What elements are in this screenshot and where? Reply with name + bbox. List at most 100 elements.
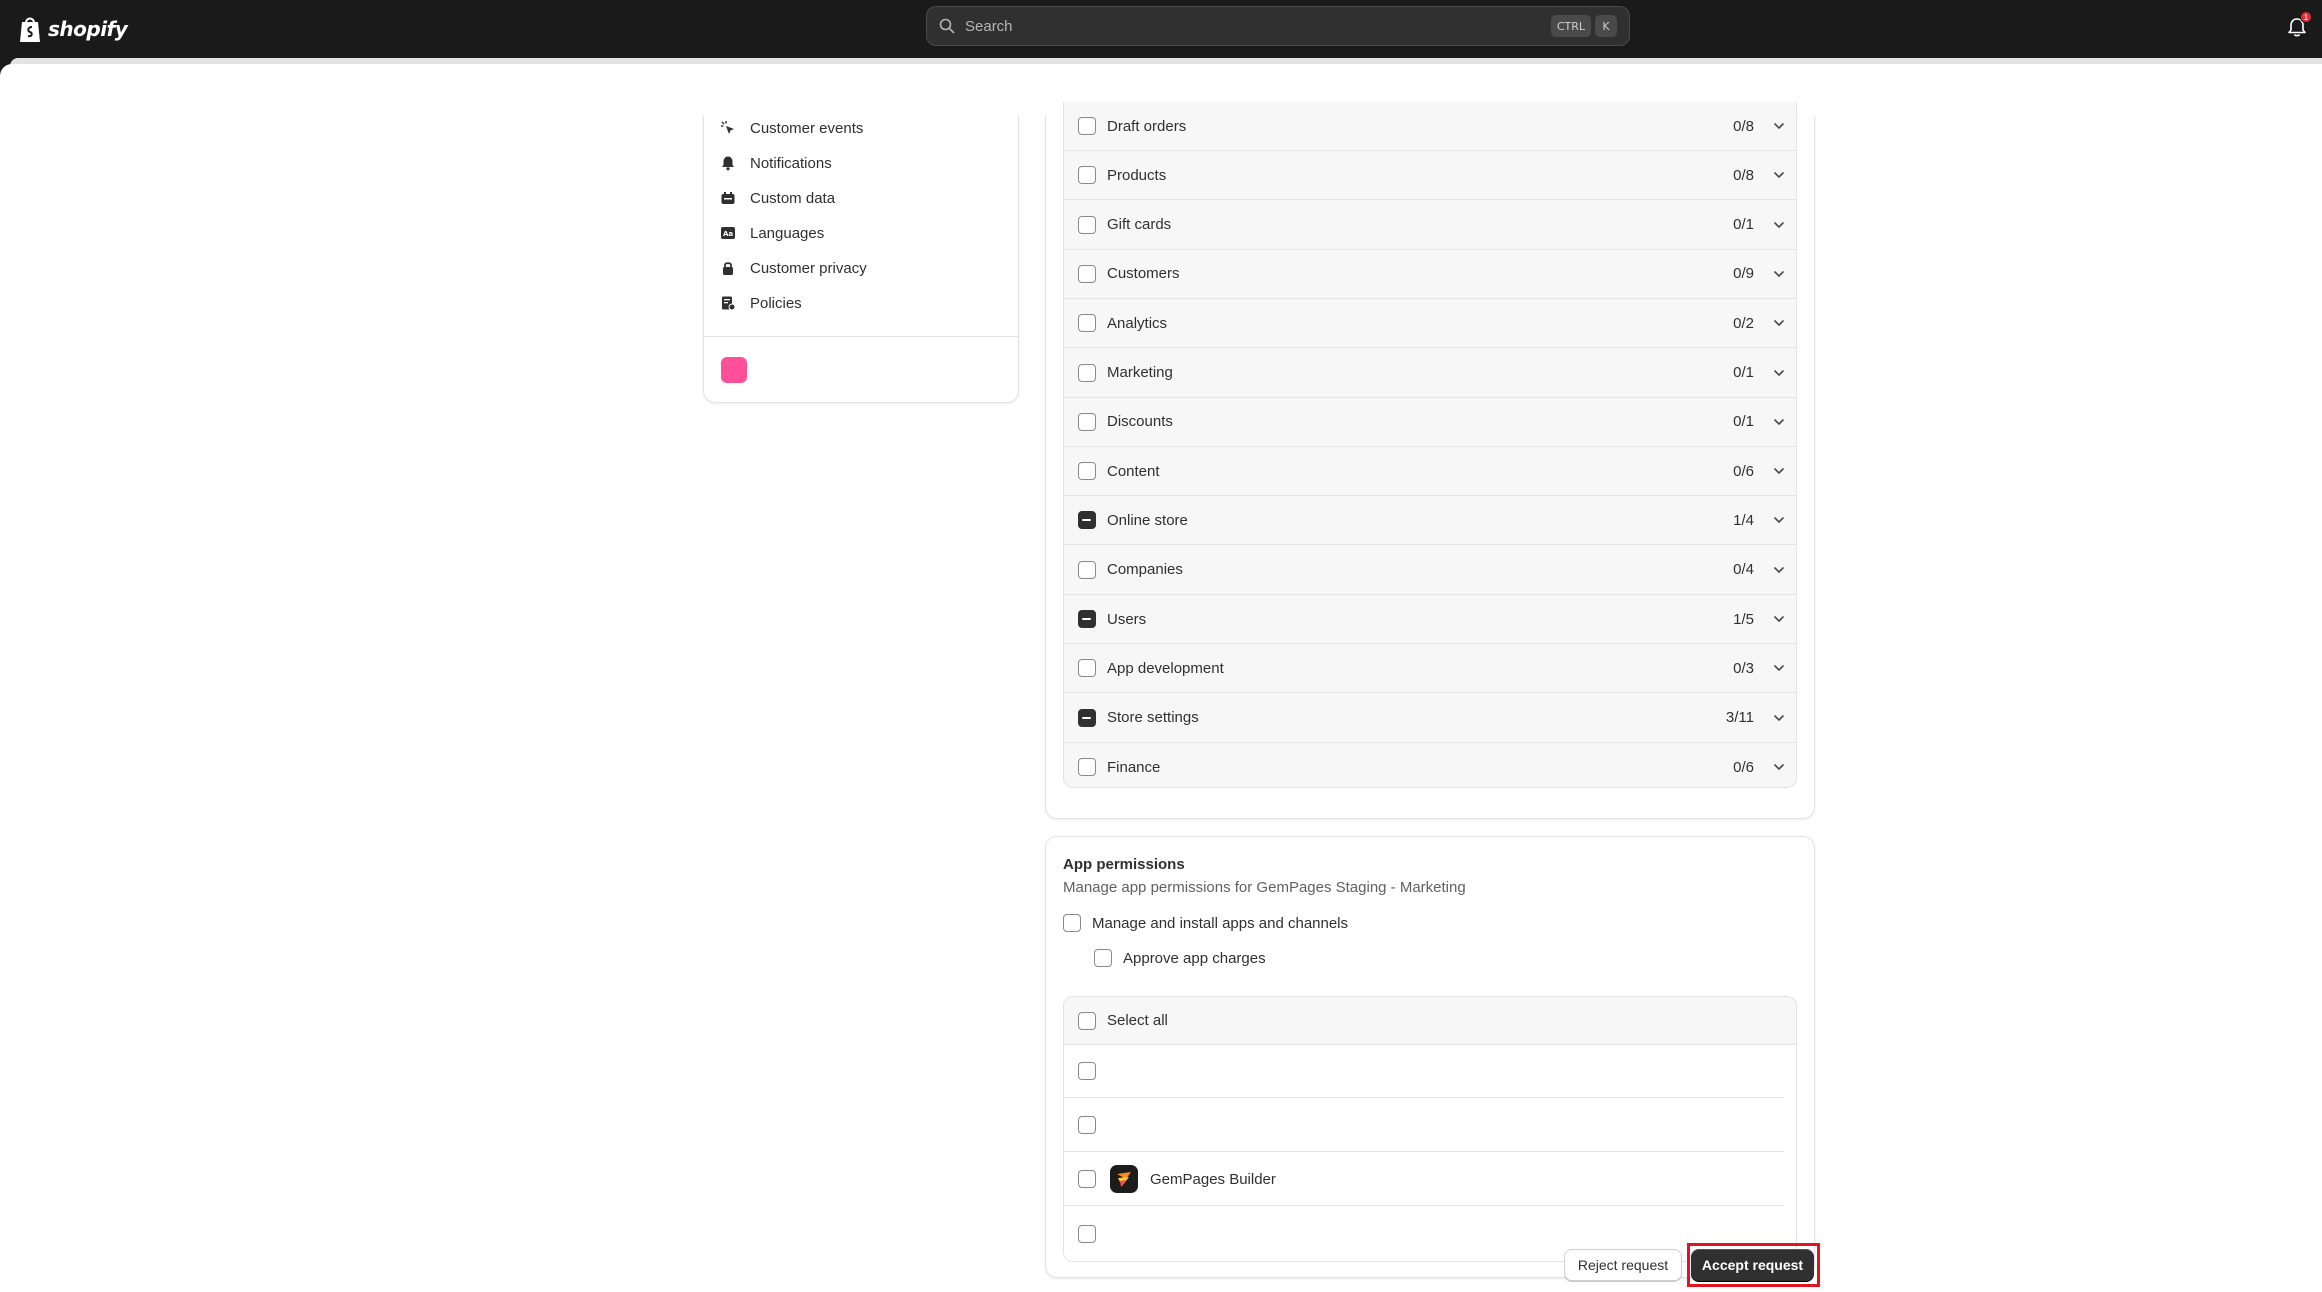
select-all-row[interactable]: Select all — [1064, 997, 1796, 1045]
nav-item-customer-events[interactable]: Customer events — [720, 114, 863, 142]
scope-row-marketing[interactable]: Marketing 0/1 — [1064, 349, 1796, 398]
scope-row-customers[interactable]: Customers 0/9 — [1064, 250, 1796, 299]
scope-row-products[interactable]: Products 0/8 — [1064, 151, 1796, 201]
chevron-down-icon[interactable] — [1772, 661, 1786, 675]
scope-row-gift-cards[interactable]: Gift cards 0/1 — [1064, 201, 1796, 250]
scope-count: 0/6 — [1733, 758, 1754, 776]
scope-count: 0/1 — [1733, 216, 1754, 234]
scope-label: Gift cards — [1107, 216, 1172, 234]
app-name: GemPages Builder — [1150, 1170, 1276, 1188]
policy-icon — [722, 296, 736, 311]
app-checkbox[interactable] — [1078, 1116, 1096, 1134]
scope-checkbox[interactable] — [1078, 363, 1096, 382]
app-permissions-title: App permissions — [1063, 856, 1185, 873]
scope-row-store-settings[interactable]: Store settings 3/11 — [1064, 694, 1796, 743]
scope-checkbox[interactable] — [1078, 462, 1096, 481]
scope-count: 0/4 — [1733, 561, 1754, 579]
chevron-down-icon[interactable] — [1772, 366, 1786, 380]
chevron-down-icon[interactable] — [1772, 218, 1786, 232]
chevron-down-icon[interactable] — [1772, 760, 1786, 774]
scope-checkbox[interactable] — [1078, 215, 1096, 234]
scope-row-online-store[interactable]: Online store 1/4 — [1064, 496, 1796, 546]
bell-icon — [722, 156, 734, 171]
chevron-down-icon[interactable] — [1772, 415, 1786, 429]
chevron-down-icon[interactable] — [1772, 513, 1786, 527]
approve-charges-permission[interactable]: Approve app charges — [1094, 949, 1266, 967]
scope-row-draft-orders[interactable]: Draft orders 0/8 — [1064, 102, 1796, 151]
store-avatar[interactable] — [721, 357, 747, 383]
manage-apps-permission[interactable]: Manage and install apps and channels — [1063, 914, 1348, 932]
select-all-checkbox[interactable] — [1078, 1011, 1096, 1030]
scope-checkbox[interactable] — [1078, 659, 1096, 678]
scope-count: 0/3 — [1733, 659, 1754, 677]
scope-checkbox[interactable] — [1078, 708, 1096, 727]
shopping-bag-icon — [20, 17, 40, 42]
app-checkbox[interactable] — [1078, 1170, 1096, 1188]
scope-count: 0/6 — [1733, 462, 1754, 480]
scope-count: 1/5 — [1733, 610, 1754, 628]
manage-apps-label: Manage and install apps and channels — [1092, 914, 1349, 932]
approve-charges-checkbox[interactable] — [1094, 949, 1112, 967]
scope-checkbox[interactable] — [1078, 166, 1096, 185]
scope-label: Content — [1107, 462, 1160, 480]
scope-checkbox[interactable] — [1078, 758, 1096, 777]
app-checkbox[interactable] — [1078, 1062, 1096, 1080]
app-checkbox[interactable] — [1078, 1224, 1096, 1243]
access-scopes-list: Draft orders 0/8 Products 0/8 Gift cards 0/1 C… — [1063, 102, 1797, 788]
chevron-down-icon[interactable] — [1772, 711, 1786, 725]
scope-row-content[interactable]: Content 0/6 — [1064, 447, 1796, 497]
search-input[interactable]: Search CTRL K — [926, 6, 1630, 46]
brand-name: shopify — [48, 17, 128, 41]
app-permissions-card: App permissions Manage app permissions f… — [1045, 836, 1815, 1278]
nav-item-label: Policies — [750, 294, 802, 312]
scope-label: Analytics — [1107, 314, 1168, 332]
app-row[interactable] — [1064, 1045, 1784, 1098]
nav-item-languages[interactable]: Aa Languages — [720, 219, 824, 247]
scope-checkbox[interactable] — [1078, 314, 1096, 333]
chevron-down-icon[interactable] — [1772, 267, 1786, 281]
scope-label: Customers — [1107, 265, 1180, 283]
app-row[interactable] — [1064, 1099, 1784, 1152]
chevron-down-icon[interactable] — [1772, 563, 1786, 577]
nav-item-custom-data[interactable]: Custom data — [720, 184, 835, 212]
scope-checkbox[interactable] — [1078, 412, 1096, 431]
scope-checkbox[interactable] — [1078, 610, 1096, 628]
scope-count: 0/8 — [1733, 166, 1754, 184]
scope-checkbox[interactable] — [1078, 511, 1096, 530]
scope-row-app-development[interactable]: App development 0/3 — [1064, 644, 1796, 694]
reject-request-button[interactable]: Reject request — [1564, 1249, 1682, 1281]
scope-count: 3/11 — [1725, 709, 1754, 727]
chevron-down-icon[interactable] — [1772, 464, 1786, 478]
select-all-label: Select all — [1107, 1012, 1168, 1029]
scope-row-discounts[interactable]: Discounts 0/1 — [1064, 398, 1796, 447]
scope-count: 1/4 — [1733, 511, 1754, 529]
settings-nav: Customer events Notifications Custom dat… — [703, 116, 1019, 403]
language-icon: Aa — [721, 227, 735, 239]
scope-checkbox[interactable] — [1078, 264, 1096, 283]
chevron-down-icon[interactable] — [1772, 612, 1786, 626]
chevron-down-icon[interactable] — [1772, 168, 1786, 182]
scope-row-companies[interactable]: Companies 0/4 — [1064, 546, 1796, 595]
scope-label: App development — [1107, 659, 1224, 677]
app-row-gempages-builder[interactable]: GemPages Builder — [1064, 1153, 1784, 1206]
scope-row-users[interactable]: Users 1/5 — [1064, 595, 1796, 644]
shortcut-key-ctrl: CTRL — [1550, 15, 1591, 37]
manage-apps-checkbox[interactable] — [1063, 914, 1081, 932]
scope-label: Companies — [1107, 561, 1183, 579]
chevron-down-icon[interactable] — [1772, 119, 1786, 133]
scope-checkbox[interactable] — [1078, 560, 1096, 579]
scope-checkbox[interactable] — [1078, 117, 1096, 135]
shopify-logo[interactable]: shopify — [18, 11, 128, 47]
nav-item-customer-privacy[interactable]: Customer privacy — [720, 254, 867, 282]
top-bar: shopify Search CTRL K 1 — [0, 0, 2322, 58]
scope-row-analytics[interactable]: Analytics 0/2 — [1064, 299, 1796, 349]
chevron-down-icon[interactable] — [1772, 316, 1786, 330]
nav-item-notifications[interactable]: Notifications — [720, 149, 832, 177]
nav-item-label: Customer events — [750, 119, 864, 137]
nav-item-policies[interactable]: Policies — [720, 289, 802, 317]
app-permissions-subtitle: Manage app permissions for GemPages Stag… — [1063, 879, 1466, 896]
search-icon — [939, 18, 955, 34]
shortcut-key-k: K — [1595, 15, 1617, 37]
scope-count: 0/1 — [1733, 413, 1754, 431]
scope-row-finance[interactable]: Finance 0/6 — [1064, 743, 1796, 787]
